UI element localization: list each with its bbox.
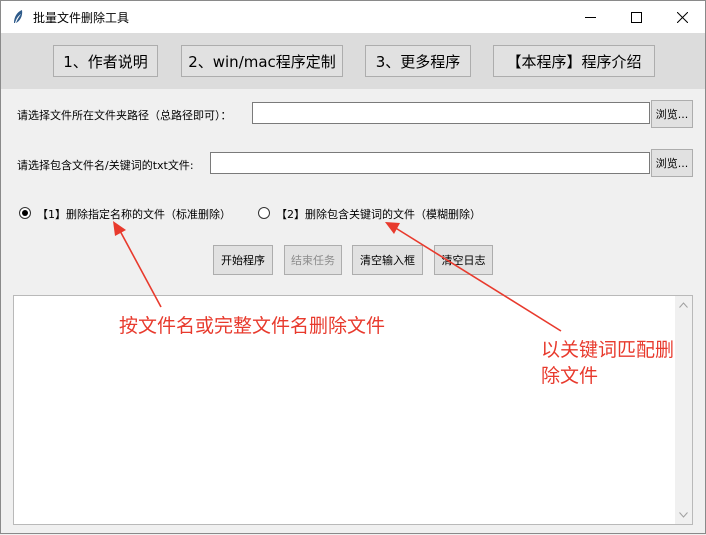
window-title: 批量文件删除工具 <box>33 11 130 25</box>
stop-task-button[interactable]: 结束任务 <box>284 245 342 275</box>
app-window: 批量文件删除工具 1、作者说明 2、win/mac程序定制 3、更多程序 【本程… <box>0 0 706 534</box>
minimize-icon <box>584 16 596 18</box>
title-bar: 批量文件删除工具 <box>1 1 705 33</box>
clear-log-button[interactable]: 清空日志 <box>434 245 493 275</box>
mode-standard-label: 【1】删除指定名称的文件（标准删除） <box>37 208 231 221</box>
minimize-button[interactable] <box>567 1 613 33</box>
feather-icon <box>14 10 23 23</box>
mode-fuzzy-label: 【2】删除包含关键词的文件（模糊删除） <box>276 208 481 221</box>
folder-path-label: 请选择文件所在文件夹路径（总路径即可）： <box>17 109 232 122</box>
mode-fuzzy-radio[interactable] <box>258 207 270 219</box>
start-button[interactable]: 开始程序 <box>213 245 273 275</box>
maximize-button[interactable] <box>613 1 659 33</box>
folder-path-input[interactable] <box>252 102 650 124</box>
annotation-fuzzy-delete-line1: 以关键词匹配删 <box>541 339 675 361</box>
close-button[interactable] <box>659 1 705 33</box>
log-scrollbar[interactable] <box>675 296 692 524</box>
clear-inputs-button[interactable]: 清空输入框 <box>352 245 423 275</box>
browse-folder-button[interactable]: 浏览... <box>651 100 693 128</box>
more-programs-button[interactable]: 3、更多程序 <box>365 45 471 77</box>
txt-file-label: 请选择包含文件名/关键词的txt文件: <box>17 159 194 172</box>
author-info-button[interactable]: 1、作者说明 <box>53 45 158 77</box>
close-icon <box>676 11 688 23</box>
scroll-down-icon[interactable] <box>679 512 688 518</box>
annotation-standard-delete: 按文件名或完整文件名删除文件 <box>119 315 386 337</box>
scroll-up-icon[interactable] <box>679 302 688 308</box>
maximize-icon <box>630 11 642 23</box>
custom-program-button[interactable]: 2、win/mac程序定制 <box>181 45 343 77</box>
program-intro-button[interactable]: 【本程序】程序介绍 <box>493 45 655 77</box>
browse-txt-button[interactable]: 浏览... <box>651 149 693 177</box>
txt-file-input[interactable] <box>210 152 650 174</box>
annotation-fuzzy-delete-line2: 除文件 <box>541 365 599 387</box>
top-toolbar: 1、作者说明 2、win/mac程序定制 3、更多程序 【本程序】程序介绍 <box>1 33 705 89</box>
mode-standard-radio[interactable] <box>19 207 31 219</box>
